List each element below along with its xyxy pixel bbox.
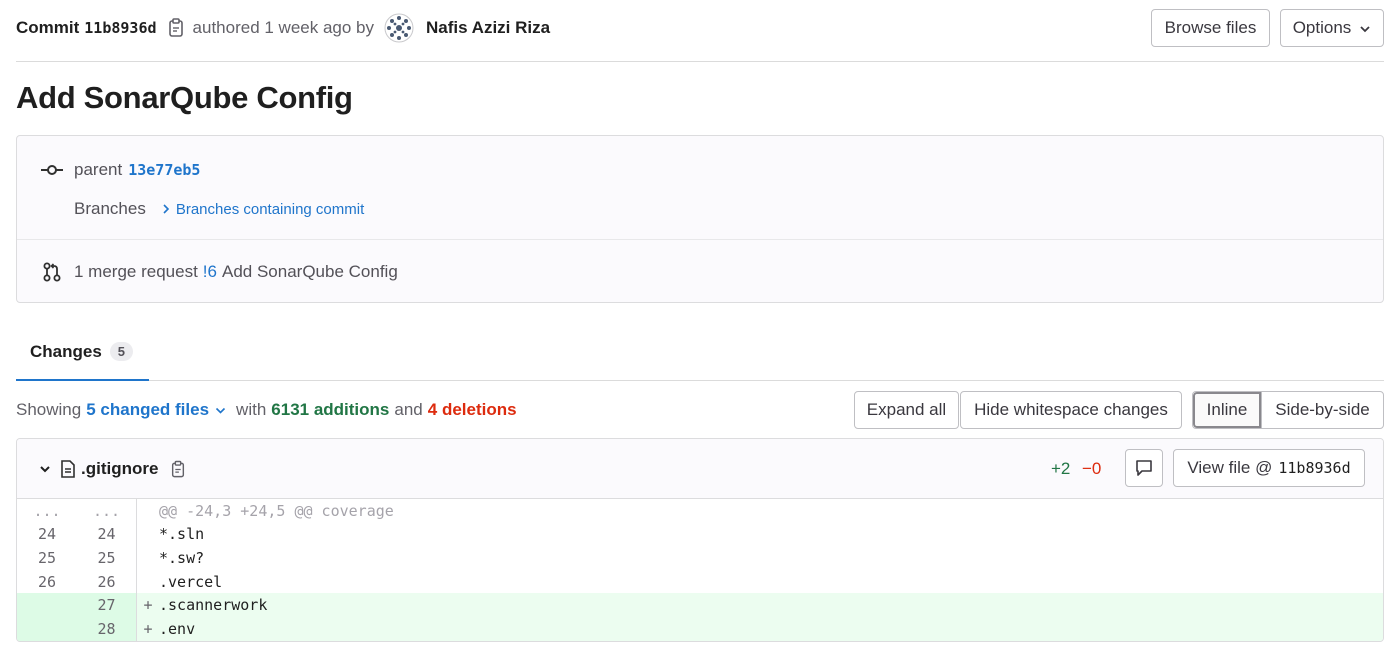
diff-marker: + xyxy=(143,619,153,638)
diff-code: .vercel xyxy=(159,572,223,591)
old-line-number xyxy=(17,593,77,617)
merge-request-icon xyxy=(41,262,63,282)
side-by-side-view-button[interactable]: Side-by-side xyxy=(1261,392,1383,428)
commit-info-box: parent 13e77eb5 Branches Branches contai… xyxy=(16,135,1384,303)
old-line-number xyxy=(17,616,77,641)
diff-code: *.sw? xyxy=(159,548,205,567)
merge-request-count: 1 merge request xyxy=(74,262,198,281)
additions-count: 6131 additions xyxy=(271,400,390,419)
diff-line: 26 26 .vercel xyxy=(17,569,1383,594)
avatar[interactable] xyxy=(384,13,414,43)
authored-text: authored 1 week ago by xyxy=(192,18,374,37)
browse-files-button[interactable]: Browse files xyxy=(1151,9,1270,47)
parent-label: parent xyxy=(74,160,123,179)
file-additions: +2 xyxy=(1051,459,1071,478)
showing-label: Showing xyxy=(16,400,82,419)
merge-request-title: Add SonarQube Config xyxy=(221,262,398,281)
branches-label: Branches xyxy=(74,199,146,218)
file-header: .gitignore +2 −0 View file @ 11b8936d xyxy=(17,439,1383,499)
divider xyxy=(17,239,1383,240)
file-name[interactable]: .gitignore xyxy=(81,459,158,479)
author-name[interactable]: Nafis Azizi Riza xyxy=(426,18,550,38)
parent-row: parent 13e77eb5 xyxy=(41,157,200,183)
comment-icon xyxy=(1136,460,1152,476)
file-diff: .gitignore +2 −0 View file @ 11b8936d ..… xyxy=(16,438,1384,642)
diff-line: 25 25 *.sw? xyxy=(17,546,1383,570)
view-file-button[interactable]: View file @ 11b8936d xyxy=(1173,449,1365,487)
new-line-number[interactable]: 26 xyxy=(77,569,137,594)
tab-changes-label: Changes xyxy=(30,341,102,361)
commit-label: Commit xyxy=(16,18,80,37)
options-dropdown[interactable]: Options xyxy=(1280,9,1384,47)
commit-meta: Commit 11b8936d authored 1 week ago by N… xyxy=(16,13,550,43)
tab-changes-count-badge: 5 xyxy=(109,342,134,361)
branches-row: Branches Branches containing commit xyxy=(74,196,364,222)
tab-bar: Changes 5 xyxy=(16,324,1384,381)
commit-sha: 11b8936d xyxy=(84,19,157,37)
chevron-down-icon xyxy=(215,407,226,414)
chevron-right-icon xyxy=(162,204,170,214)
old-line-number[interactable]: 24 xyxy=(17,523,77,547)
expand-all-button[interactable]: Expand all xyxy=(854,391,959,429)
comment-button[interactable] xyxy=(1125,449,1163,487)
commit-icon xyxy=(41,164,63,176)
diff-summary: Showing 5 changed files with 6131 additi… xyxy=(16,397,517,423)
inline-view-button[interactable]: Inline xyxy=(1193,392,1261,428)
view-file-label: View file @ xyxy=(1187,458,1273,477)
new-line-number[interactable]: 25 xyxy=(77,546,137,570)
with-label: with xyxy=(236,400,267,419)
deletions-count: 4 deletions xyxy=(427,400,517,419)
file-icon xyxy=(61,460,75,478)
chevron-down-icon xyxy=(1359,18,1371,38)
copy-icon[interactable] xyxy=(167,18,185,38)
diff-lines: ... ... @@ -24,3 +24,5 @@ coverage 24 24… xyxy=(17,499,1383,641)
changed-files-label: 5 changed files xyxy=(86,400,210,419)
diff-code: .env xyxy=(159,619,196,638)
diff-line-added: 27 + .scannerwork xyxy=(17,593,1383,617)
options-label: Options xyxy=(1292,18,1352,37)
diff-code: @@ -24,3 +24,5 @@ coverage xyxy=(159,501,394,520)
diff-code: *.sln xyxy=(159,525,205,544)
file-deletions: −0 xyxy=(1082,459,1102,478)
old-line-number[interactable]: 25 xyxy=(17,546,77,570)
tab-changes[interactable]: Changes 5 xyxy=(16,324,149,381)
merge-request-row: 1 merge request !6 Add SonarQube Config xyxy=(41,259,398,285)
page-title: Add SonarQube Config xyxy=(16,80,353,115)
chevron-down-icon[interactable] xyxy=(39,465,51,473)
diff-view-toggle: Inline Side-by-side xyxy=(1192,391,1384,429)
changed-files-dropdown[interactable]: 5 changed files xyxy=(86,400,226,420)
diff-marker: + xyxy=(143,596,153,615)
diff-code: .scannerwork xyxy=(159,596,268,615)
view-file-sha: 11b8936d xyxy=(1278,459,1351,477)
diff-line: 24 24 *.sln xyxy=(17,522,1383,547)
branches-containing-commit-link[interactable]: Branches containing commit xyxy=(176,201,364,218)
new-line-number: ... xyxy=(77,499,137,523)
new-line-number[interactable]: 24 xyxy=(77,522,137,547)
file-title: .gitignore xyxy=(39,456,186,482)
merge-request-link[interactable]: !6 xyxy=(203,262,217,282)
new-line-number[interactable]: 28 xyxy=(77,616,137,641)
copy-icon[interactable] xyxy=(170,460,186,479)
hide-whitespace-button[interactable]: Hide whitespace changes xyxy=(960,391,1182,429)
new-line-number[interactable]: 27 xyxy=(77,593,137,617)
commit-header: Commit 11b8936d authored 1 week ago by N… xyxy=(16,0,1384,62)
parent-sha-link[interactable]: 13e77eb5 xyxy=(128,161,200,179)
diff-line-added: 28 + .env xyxy=(17,616,1383,641)
and-label: and xyxy=(394,400,423,419)
diff-line: ... ... @@ -24,3 +24,5 @@ coverage xyxy=(17,499,1383,523)
old-line-number: ... xyxy=(33,501,61,520)
old-line-number[interactable]: 26 xyxy=(17,570,77,594)
